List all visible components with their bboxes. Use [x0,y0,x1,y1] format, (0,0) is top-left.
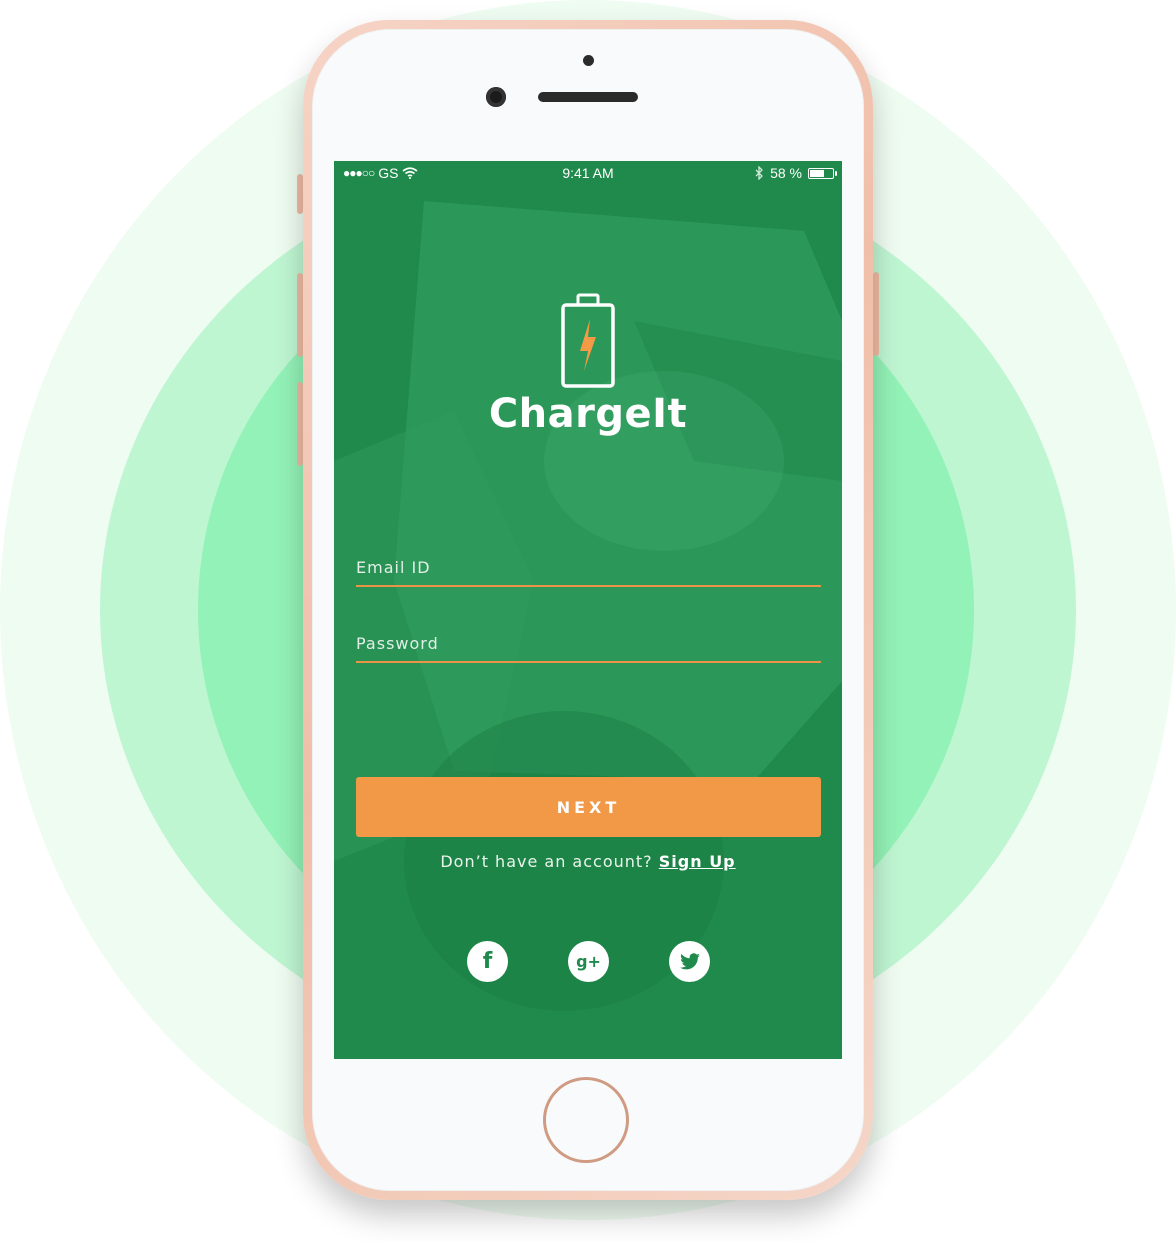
status-right: 58 % [755,165,837,181]
earpiece-speaker [538,92,638,102]
twitter-icon [679,952,700,969]
proximity-sensor [583,55,594,66]
home-button[interactable] [543,1077,629,1163]
password-field[interactable] [356,629,821,657]
battery-level-fill [810,169,824,177]
battery-icon [808,167,837,179]
password-field-container [356,629,821,663]
google-plus-login-button[interactable]: g+ [568,941,609,982]
front-camera [486,87,506,107]
phone-screen: ●●●○○ GS 9:41 AM 58 % ChargeIt Email ID … [334,161,842,1059]
battery-bolt-icon [561,293,615,388]
battery-percentage: 58 % [770,165,802,181]
email-field-container [356,553,821,587]
bluetooth-icon [755,166,763,180]
status-bar: ●●●○○ GS 9:41 AM 58 % [334,161,842,185]
social-login-row: f g+ [467,941,712,983]
signup-prompt-text: Don’t have an account? [440,852,653,871]
next-button[interactable]: NEXT [356,777,821,837]
signup-prompt-line: Don’t have an account? Sign Up [334,852,842,871]
twitter-login-button[interactable] [669,941,710,982]
power-button [873,272,879,356]
facebook-login-button[interactable]: f [467,941,508,982]
signup-link[interactable]: Sign Up [659,852,736,871]
email-field[interactable] [356,553,821,581]
app-title: ChargeIt [488,391,688,437]
google-plus-icon: g+ [576,952,601,971]
facebook-icon: f [482,949,493,974]
